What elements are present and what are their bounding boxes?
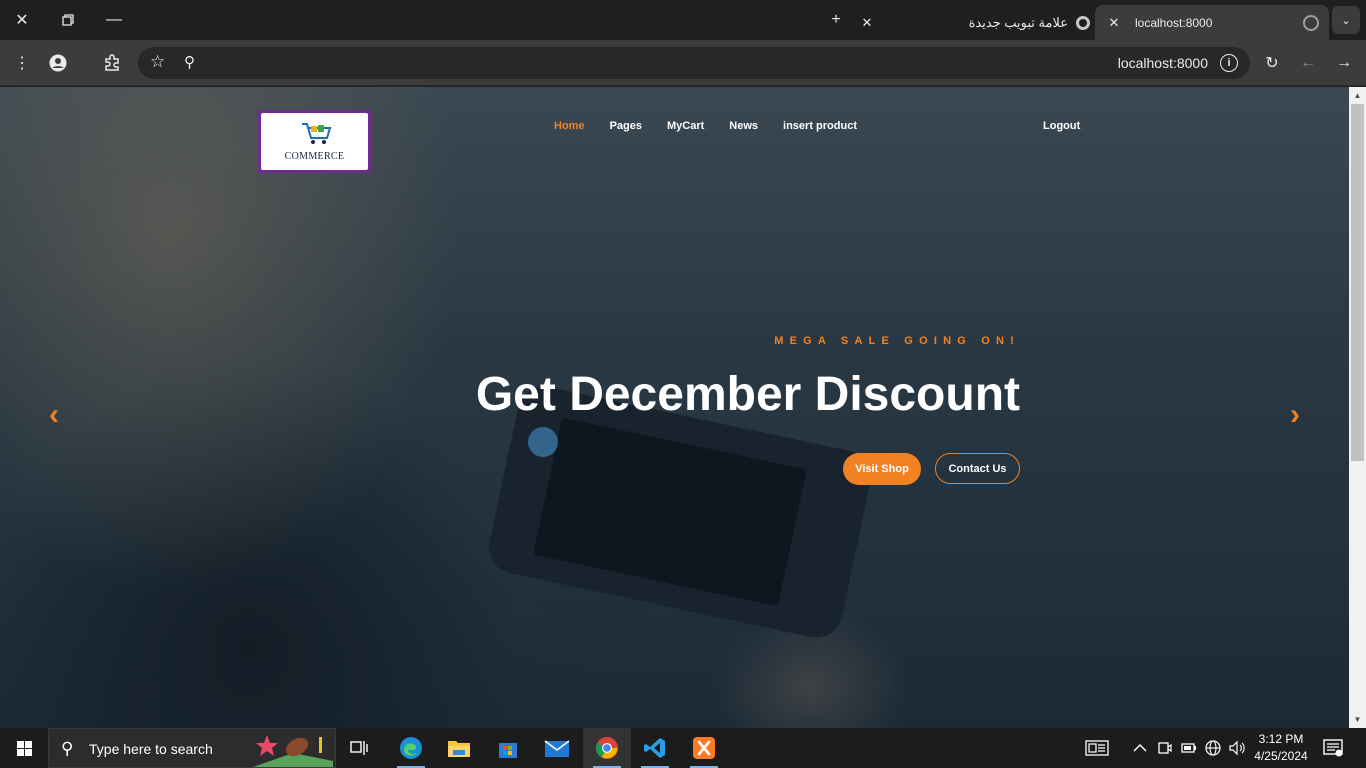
nav-insert-product[interactable]: insert product	[783, 120, 857, 132]
file-explorer-icon[interactable]	[435, 728, 483, 768]
extensions-icon[interactable]	[98, 49, 126, 77]
bookmark-star-icon[interactable]: ☆	[150, 52, 165, 72]
browser-tab-strip: ✕ — + ✕ علامة تبويب جديدة ✕ localhost:80…	[0, 0, 1366, 40]
meet-icon[interactable]	[1158, 728, 1172, 768]
site-info-icon[interactable]: i	[1220, 54, 1238, 72]
scroll-down-icon[interactable]: ▼	[1349, 711, 1366, 728]
minimize-window-icon[interactable]: —	[96, 6, 132, 34]
windows-logo-icon	[16, 740, 32, 756]
clock-time: 3:12 PM	[1258, 732, 1304, 746]
search-lens-icon[interactable]: ⚲	[184, 53, 195, 71]
nav-news[interactable]: News	[729, 120, 758, 132]
logout-link[interactable]: Logout	[1043, 120, 1080, 132]
battery-icon[interactable]	[1181, 728, 1197, 768]
windows-taskbar: ⚲ Type here to search 3:12 PM 4/25/2024	[0, 728, 1366, 768]
close-window-icon[interactable]: ✕	[4, 6, 40, 34]
carousel-prev-icon[interactable]: ‹	[42, 398, 66, 431]
profile-icon[interactable]	[44, 49, 72, 77]
tab-new-tab[interactable]: ✕ علامة تبويب جديدة	[858, 5, 1090, 40]
tab-localhost[interactable]: ✕ localhost:8000	[1095, 5, 1329, 40]
search-icon: ⚲	[61, 739, 74, 758]
taskbar-search-placeholder: Type here to search	[89, 741, 213, 757]
new-tab-icon[interactable]: +	[818, 6, 854, 34]
edge-icon[interactable]	[387, 728, 435, 768]
visit-shop-button[interactable]: Visit Shop	[843, 453, 921, 485]
tab-label: علامة تبويب جديدة	[968, 14, 1068, 30]
scroll-up-icon[interactable]: ▲	[1349, 87, 1366, 104]
network-globe-icon[interactable]	[1205, 728, 1221, 768]
task-view-icon[interactable]	[336, 728, 384, 768]
page-scrollbar[interactable]: ▲ ▼	[1349, 87, 1366, 728]
browser-toolbar: ⋮ ☆ ⚲ localhost:8000 i ↻ ← →	[0, 40, 1366, 86]
tab-search-dropdown-icon[interactable]: ⌄	[1332, 6, 1360, 34]
main-nav: Home Pages MyCart News insert product	[554, 120, 882, 132]
clock-date: 4/25/2024	[1254, 749, 1308, 763]
carousel-next-icon[interactable]: ›	[1283, 398, 1307, 431]
show-hidden-icons-icon[interactable]	[1133, 728, 1147, 768]
microsoft-store-icon[interactable]	[484, 728, 532, 768]
logo-text: COMMERCE	[284, 151, 345, 162]
scrollbar-thumb[interactable]	[1351, 104, 1364, 461]
address-bar[interactable]: ☆ ⚲ localhost:8000 i	[138, 47, 1250, 79]
hero-section: COMMERCE Home Pages MyCart News insert p…	[0, 87, 1349, 728]
search-highlight-icon	[253, 735, 333, 767]
nav-mycart[interactable]: MyCart	[667, 120, 704, 132]
hero-subtitle: MEGA SALE GOING ON!	[774, 335, 1020, 347]
tab-label: localhost:8000	[1135, 15, 1213, 30]
chrome-taskbar-icon[interactable]	[583, 728, 631, 768]
restore-window-icon[interactable]	[50, 6, 86, 34]
start-button[interactable]	[0, 728, 48, 768]
taskbar-search[interactable]: ⚲ Type here to search	[48, 728, 336, 768]
mail-icon[interactable]	[533, 728, 581, 768]
news-widget-icon[interactable]	[1085, 728, 1109, 768]
forward-arrow-icon[interactable]: →	[1330, 49, 1358, 77]
system-clock[interactable]: 3:12 PM 4/25/2024	[1250, 731, 1312, 765]
back-arrow-icon[interactable]: ←	[1294, 49, 1322, 77]
notifications-icon[interactable]	[1323, 728, 1343, 768]
nav-pages[interactable]: Pages	[610, 120, 642, 132]
address-bar-url[interactable]: localhost:8000	[1118, 55, 1208, 71]
chrome-favicon-icon	[1076, 15, 1090, 30]
nav-home[interactable]: Home	[554, 120, 585, 132]
cart-logo-icon	[302, 123, 332, 144]
menu-kebab-icon[interactable]: ⋮	[8, 49, 36, 77]
tab-close-icon[interactable]: ✕	[858, 14, 876, 32]
xampp-icon[interactable]	[680, 728, 728, 768]
hero-title: Get December Discount	[475, 368, 1020, 421]
reload-icon[interactable]: ↻	[1258, 49, 1286, 77]
contact-us-button[interactable]: Contact Us	[935, 453, 1020, 484]
tab-close-icon[interactable]: ✕	[1105, 14, 1123, 32]
globe-favicon-icon	[1303, 14, 1319, 31]
volume-icon[interactable]	[1228, 728, 1246, 768]
site-logo[interactable]: COMMERCE	[258, 110, 371, 173]
vscode-icon[interactable]	[631, 728, 679, 768]
